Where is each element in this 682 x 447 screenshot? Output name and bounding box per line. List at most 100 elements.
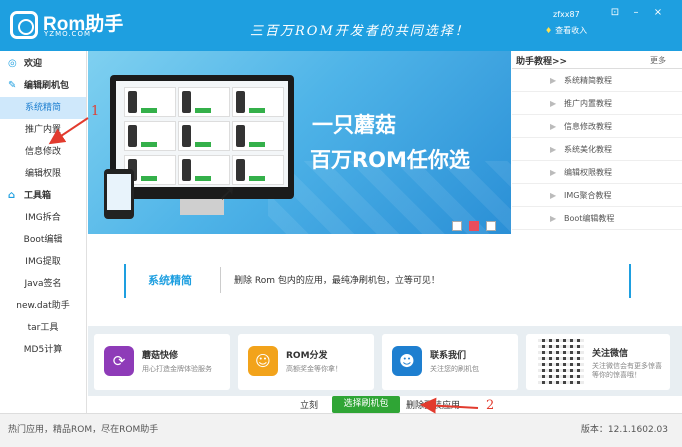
- phone-illustration: [104, 169, 134, 219]
- triangle-icon: ▶: [550, 99, 557, 108]
- tutorial-item-label: Boot编辑教程: [564, 214, 615, 223]
- card-quick-repair[interactable]: ⟳ 蘑菇快修 用心打造金牌体验服务: [94, 334, 230, 390]
- slide-dot-3[interactable]: [486, 221, 496, 231]
- info-separator: [220, 267, 221, 293]
- tutorial-item[interactable]: ▶ 推广内置教程: [512, 92, 682, 115]
- card-subtitle: 用心打造金牌体验服务: [142, 365, 212, 373]
- slide-dot-1[interactable]: [452, 221, 462, 231]
- view-income-link[interactable]: ♦ 查看收入: [545, 25, 587, 36]
- info-divider-left: [124, 264, 126, 298]
- info-divider-right: [629, 264, 631, 298]
- view-income-label: 查看收入: [555, 26, 588, 35]
- sidebar-section-edit-label: 编辑刷机包: [24, 81, 70, 91]
- app-window: Rom助手 YZMO.COM 三百万ROM开发者的共同选择！ zfxx87 ♦ 查…: [0, 0, 682, 447]
- header-slogan: 三百万ROM开发者的共同选择！: [250, 24, 470, 39]
- phone-card: [232, 87, 284, 117]
- monitor-screen: [116, 81, 288, 187]
- sidebar-item-md5[interactable]: MD5计算: [0, 339, 86, 361]
- user-name[interactable]: zfxx87: [553, 10, 580, 19]
- tutorial-item[interactable]: ▶ 系统美化教程: [512, 138, 682, 161]
- sidebar-section-tools[interactable]: ⌂ 工具箱: [0, 185, 86, 207]
- action-suffix: 删除预装应用: [406, 401, 461, 411]
- app-logo: Rom助手 YZMO.COM: [10, 8, 130, 44]
- triangle-icon: ▶: [550, 191, 557, 200]
- tutorial-item-label: IMG聚合教程: [564, 191, 612, 200]
- pen-icon: ✎: [8, 80, 17, 91]
- phone-card: [232, 121, 284, 151]
- card-contact-us[interactable]: ☻ 联系我们 关注您的刷机包: [382, 334, 518, 390]
- promo-banner[interactable]: ➚ 一只蘑菇 百万ROM任你选: [88, 51, 511, 234]
- card-rom-distribute[interactable]: ☺ ROM分发 高额奖金等你拿！: [238, 334, 374, 390]
- contact-icon: ☻: [392, 346, 422, 376]
- cursor-icon: ➚: [218, 181, 237, 206]
- monitor-illustration: [110, 75, 294, 215]
- sidebar-item-java-sign[interactable]: Java签名: [0, 273, 86, 295]
- sidebar-section-tools-label: 工具箱: [24, 191, 52, 201]
- triangle-icon: ▶: [550, 168, 557, 177]
- sidebar-item-edit-permissions[interactable]: 编辑权限: [0, 163, 86, 185]
- annotation-number-1: 1: [91, 104, 100, 119]
- tutorial-item-label: 信息修改教程: [564, 122, 612, 131]
- sidebar-welcome-label: 欢迎: [24, 59, 43, 69]
- card-title: 联系我们: [430, 351, 467, 361]
- card-title: ROM分发: [286, 351, 328, 361]
- sidebar: ◎ 欢迎 ✎ 编辑刷机包 系统精简 推广内置 信息修改 编辑权限 ⌂ 工具箱 IMG拆…: [0, 51, 87, 413]
- skin-button[interactable]: ⊡: [608, 6, 622, 20]
- tutorial-item-label: 系统精简教程: [564, 76, 612, 85]
- tutorial-header: 助手教程>> 更多: [512, 51, 682, 69]
- service-cards: ⟳ 蘑菇快修 用心打造金牌体验服务 ☺ ROM分发 高额奖金等你拿！ ☻ 联系我…: [88, 326, 682, 396]
- feature-title: 系统精简: [148, 274, 192, 287]
- tutorial-panel: 助手教程>> 更多 ▶ 系统精简教程 ▶ 推广内置教程 ▶ 信息修改教程 ▶ 系统美化教…: [512, 51, 682, 234]
- sidebar-item-system-slim[interactable]: 系统精简: [0, 97, 86, 119]
- card-title: 蘑菇快修: [142, 351, 179, 361]
- select-rom-button[interactable]: 选择刷机包: [332, 396, 400, 413]
- sidebar-item-newdat[interactable]: new.dat助手: [0, 295, 86, 317]
- sidebar-item-img-split[interactable]: IMG拆合: [0, 207, 86, 229]
- tutorial-item-label: 编辑权限教程: [564, 168, 612, 177]
- action-bar: 立刻 选择刷机包 删除预装应用: [88, 396, 682, 413]
- annotation-number-2: 2: [486, 398, 495, 413]
- triangle-icon: ▶: [550, 76, 557, 85]
- tutorial-title[interactable]: 助手教程>>: [516, 54, 567, 67]
- slide-dot-2[interactable]: [469, 221, 479, 231]
- tutorial-item[interactable]: ▶ 编辑权限教程: [512, 161, 682, 184]
- tutorial-item-label: 推广内置教程: [564, 99, 612, 108]
- banner-subheadline: 百万ROM任你选: [310, 148, 470, 172]
- sidebar-section-edit[interactable]: ✎ 编辑刷机包: [0, 75, 86, 97]
- toolbox-icon: ⌂: [8, 190, 16, 201]
- tutorial-more-link[interactable]: 更多: [650, 55, 666, 66]
- lightbulb-icon: ♦: [545, 26, 553, 35]
- triangle-icon: ▶: [550, 214, 557, 223]
- card-title: 关注微信: [592, 349, 629, 359]
- sidebar-item-tar-tool[interactable]: tar工具: [0, 317, 86, 339]
- feature-description: 删除 Rom 包内的应用，最纯净刷机包，立等可见！: [234, 276, 440, 286]
- mushroom-repair-icon: ⟳: [104, 346, 134, 376]
- tutorial-item[interactable]: ▶ Boot编辑教程: [512, 207, 682, 230]
- sidebar-item-img-extract[interactable]: IMG提取: [0, 251, 86, 273]
- status-bar: 热门应用，精品ROM，尽在ROM助手 版本：12.1.1602.03: [0, 413, 682, 447]
- card-subtitle: 关注微信会有更多惊喜等你的惊喜哦！: [592, 362, 662, 379]
- card-subtitle: 高额奖金等你拿！: [286, 365, 342, 373]
- phone-card: [124, 87, 176, 117]
- logo-icon: [10, 11, 38, 39]
- card-subtitle: 关注您的刷机包: [430, 365, 479, 373]
- tutorial-item[interactable]: ▶ IMG聚合教程: [512, 184, 682, 207]
- tutorial-item[interactable]: ▶ 系统精简教程: [512, 69, 682, 92]
- sidebar-item-info-edit[interactable]: 信息修改: [0, 141, 86, 163]
- sidebar-item-boot-edit[interactable]: Boot编辑: [0, 229, 86, 251]
- phone-card: [232, 155, 284, 185]
- tutorial-item[interactable]: ▶ 信息修改教程: [512, 115, 682, 138]
- qr-code-icon: [538, 338, 584, 384]
- version-label: 版本：12.1.1602.03: [580, 425, 668, 435]
- phone-card: [178, 121, 230, 151]
- phone-card: [124, 121, 176, 151]
- title-bar: Rom助手 YZMO.COM 三百万ROM开发者的共同选择！ zfxx87 ♦ 查…: [0, 0, 682, 51]
- logo-subtitle: YZMO.COM: [44, 30, 91, 38]
- sidebar-item-promo-builtin[interactable]: 推广内置: [0, 119, 86, 141]
- triangle-icon: ▶: [550, 145, 557, 154]
- sidebar-welcome[interactable]: ◎ 欢迎: [0, 53, 86, 75]
- card-follow-wechat[interactable]: 关注微信 关注微信会有更多惊喜等你的惊喜哦！: [526, 334, 670, 390]
- triangle-icon: ▶: [550, 122, 557, 131]
- close-button[interactable]: ×: [651, 6, 665, 20]
- minimize-button[interactable]: –: [629, 6, 643, 20]
